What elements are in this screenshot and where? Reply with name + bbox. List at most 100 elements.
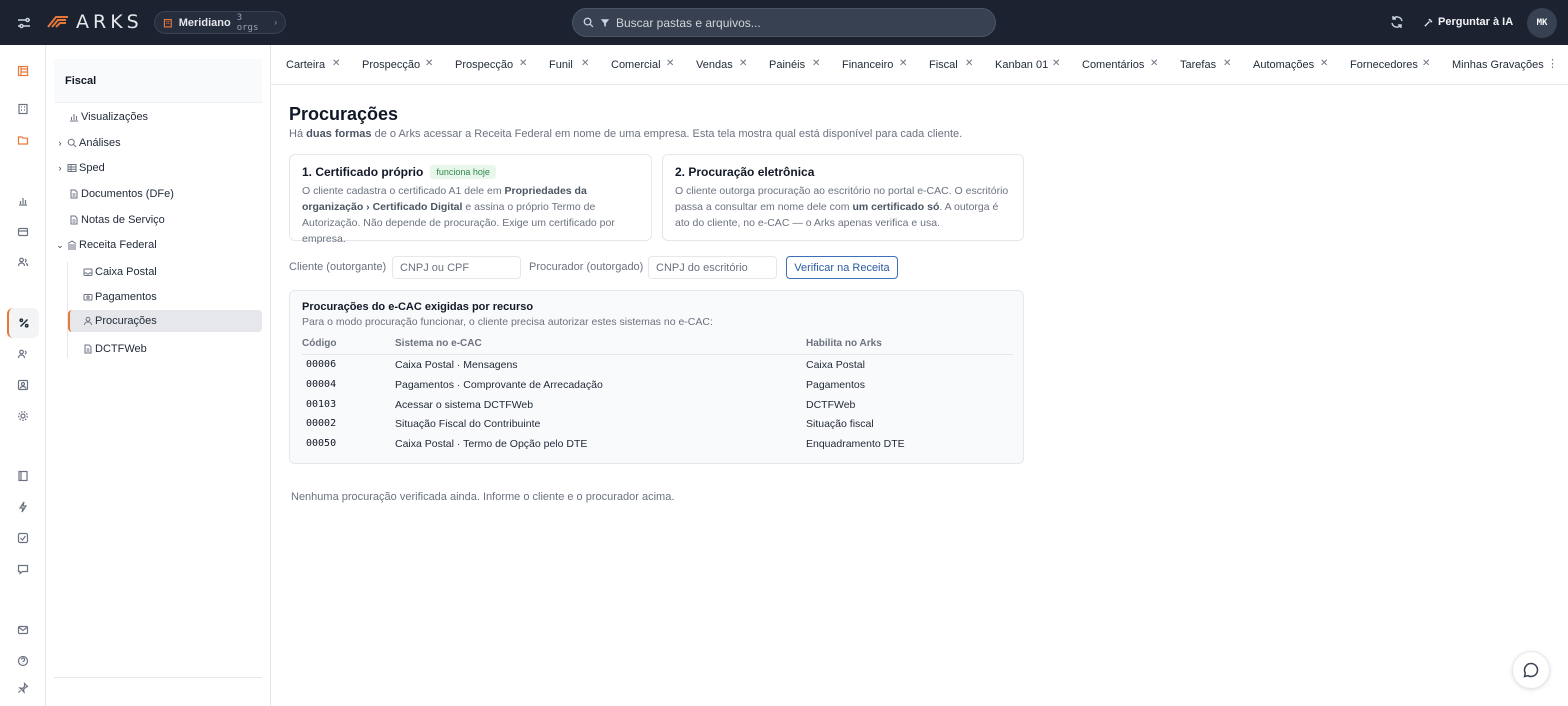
refresh-icon[interactable] <box>1389 14 1405 30</box>
tab-prospeccao[interactable]: Prospecção <box>362 58 420 72</box>
chevron-right-icon[interactable]: › <box>55 163 65 173</box>
table-icon <box>67 163 77 173</box>
lightning-icon[interactable] <box>14 498 32 516</box>
more-vertical-icon[interactable]: ⋮ <box>1547 57 1558 70</box>
chat-support-button[interactable] <box>1512 651 1550 689</box>
sidebar-item-notas-servico[interactable]: Notas de Serviço <box>69 209 165 231</box>
library-icon[interactable] <box>14 62 32 80</box>
document-icon <box>69 215 79 225</box>
tab-financeiro[interactable]: Financeiro <box>842 58 893 72</box>
close-icon[interactable]: ✕ <box>812 58 820 69</box>
folder-icon[interactable] <box>14 131 32 149</box>
sidebar-item-visualizacoes[interactable]: Visualizações <box>69 106 148 128</box>
image-icon[interactable] <box>14 376 32 394</box>
checkbox-icon[interactable] <box>14 529 32 547</box>
tab-fiscal[interactable]: Fiscal <box>929 58 958 72</box>
close-icon[interactable]: ✕ <box>1150 58 1158 69</box>
table-cell-system: Situação Fiscal do Contribuinte <box>395 418 541 430</box>
chart-icon[interactable] <box>14 192 32 210</box>
close-icon[interactable]: ✕ <box>581 58 589 69</box>
tab-prospeccao-2[interactable]: Prospecção <box>455 58 513 72</box>
tab-automacoes[interactable]: Automações <box>1253 58 1314 72</box>
close-icon[interactable]: ✕ <box>965 58 973 69</box>
tab-kanban-01[interactable]: Kanban 01 <box>995 58 1048 72</box>
tab-funil[interactable]: Funil <box>549 58 573 72</box>
percent-icon[interactable] <box>7 308 39 338</box>
sidebar-item-caixa-postal[interactable]: Caixa Postal <box>83 261 157 283</box>
client-cnpj-input[interactable]: CNPJ ou CPF <box>392 256 521 279</box>
team-icon[interactable] <box>14 345 32 363</box>
brand-name: ARKS <box>76 11 143 33</box>
cog-icon[interactable] <box>14 407 32 425</box>
sidebar-item-analises[interactable]: › Análises <box>55 132 121 154</box>
tab-paineis[interactable]: Painéis <box>769 58 805 72</box>
proxy-cnpj-input[interactable]: CNPJ do escritório <box>648 256 777 279</box>
card-icon[interactable] <box>14 223 32 241</box>
tab-minhas-gravacoes[interactable]: Minhas Gravações <box>1452 58 1544 72</box>
page-subtitle: Há duas formas de o Arks acessar a Recei… <box>289 128 963 140</box>
table-cell-enables: Pagamentos <box>806 379 865 391</box>
document-icon <box>69 189 79 199</box>
chevron-down-icon[interactable]: ⌄ <box>55 240 65 251</box>
requirements-title: Procurações do e-CAC exigidas por recurs… <box>302 301 534 313</box>
table-cell-enables: Enquadramento DTE <box>806 438 905 450</box>
sliders-icon[interactable] <box>15 14 33 32</box>
table-cell-system: Pagamentos · Comprovante de Arrecadação <box>395 379 603 391</box>
tree-guide-line <box>67 262 68 358</box>
building-icon[interactable] <box>14 100 32 118</box>
mail-icon[interactable] <box>14 621 32 639</box>
search-placeholder[interactable]: Buscar pastas e arquivos... <box>616 16 761 30</box>
search-bar[interactable]: Buscar pastas e arquivos... <box>572 8 996 37</box>
tab-tarefas[interactable]: Tarefas <box>1180 58 1216 72</box>
close-icon[interactable]: ✕ <box>1052 58 1060 69</box>
close-icon[interactable]: ✕ <box>519 58 527 69</box>
help-icon[interactable] <box>14 652 32 670</box>
table-cell-code: 00050 <box>306 438 337 449</box>
user-avatar[interactable]: MK <box>1527 8 1557 38</box>
close-icon[interactable]: ✕ <box>425 58 433 69</box>
filter-icon[interactable] <box>600 18 610 28</box>
sidebar-item-label: Análises <box>79 137 121 149</box>
tab-carteira[interactable]: Carteira <box>286 58 325 72</box>
chevron-right-icon[interactable]: › <box>55 138 65 148</box>
sidebar-item-sped[interactable]: › Sped <box>55 157 105 179</box>
empty-state-message: Nenhuma procuração verificada ainda. Inf… <box>291 491 675 503</box>
close-icon[interactable]: ✕ <box>1422 58 1430 69</box>
tab-bar: Carteira ✕ Prospecção ✕ Prospecção ✕ Fun… <box>271 45 1568 85</box>
search-icon <box>583 17 594 28</box>
ask-ai-button[interactable]: Perguntar à IA <box>1423 13 1513 31</box>
tab-vendas[interactable]: Vendas <box>696 58 733 72</box>
chevron-right-icon: › <box>274 18 277 27</box>
users-icon[interactable] <box>14 253 32 271</box>
close-icon[interactable]: ✕ <box>739 58 747 69</box>
table-cell-system: Caixa Postal · Mensagens <box>395 359 518 371</box>
table-cell-code: 00103 <box>306 399 337 410</box>
sidebar-item-pagamentos[interactable]: Pagamentos <box>83 286 157 308</box>
fiscal-side-panel: Fiscal Visualizações › Análises › Sped D… <box>46 45 271 706</box>
verify-button[interactable]: Verificar na Receita <box>786 256 898 279</box>
book-icon[interactable] <box>14 467 32 485</box>
tab-fornecedores[interactable]: Fornecedores <box>1350 58 1418 72</box>
brand-logo[interactable]: ARKS <box>46 11 143 33</box>
close-icon[interactable]: ✕ <box>1223 58 1231 69</box>
sidebar-item-label: Notas de Serviço <box>81 214 165 226</box>
tab-comercial[interactable]: Comercial <box>611 58 661 72</box>
sidebar-item-receita-federal[interactable]: ⌄ Receita Federal <box>55 234 156 256</box>
sidebar-item-dctfweb[interactable]: DCTFWeb <box>83 338 147 360</box>
pin-icon[interactable] <box>14 679 32 697</box>
tab-comentarios[interactable]: Comentários <box>1082 58 1144 72</box>
top-bar: ARKS Meridiano 3 orgs › Buscar pastas e … <box>0 0 1568 45</box>
close-icon[interactable]: ✕ <box>666 58 674 69</box>
chat-icon[interactable] <box>14 560 32 578</box>
sidebar-item-label: Sped <box>79 162 105 174</box>
sidebar-item-label: Caixa Postal <box>95 266 157 278</box>
close-icon[interactable]: ✕ <box>332 58 340 69</box>
sidebar-item-procuracoes[interactable]: Procurações <box>68 310 262 332</box>
chat-bubble-icon <box>1523 662 1539 678</box>
close-icon[interactable]: ✕ <box>1320 58 1328 69</box>
sidebar-item-documentos[interactable]: Documentos (DFe) <box>69 183 174 205</box>
close-icon[interactable]: ✕ <box>899 58 907 69</box>
org-switcher[interactable]: Meridiano 3 orgs › <box>154 11 286 34</box>
card-title: 2. Procuração eletrônica <box>675 165 815 179</box>
sidebar-item-label: Visualizações <box>81 111 149 123</box>
